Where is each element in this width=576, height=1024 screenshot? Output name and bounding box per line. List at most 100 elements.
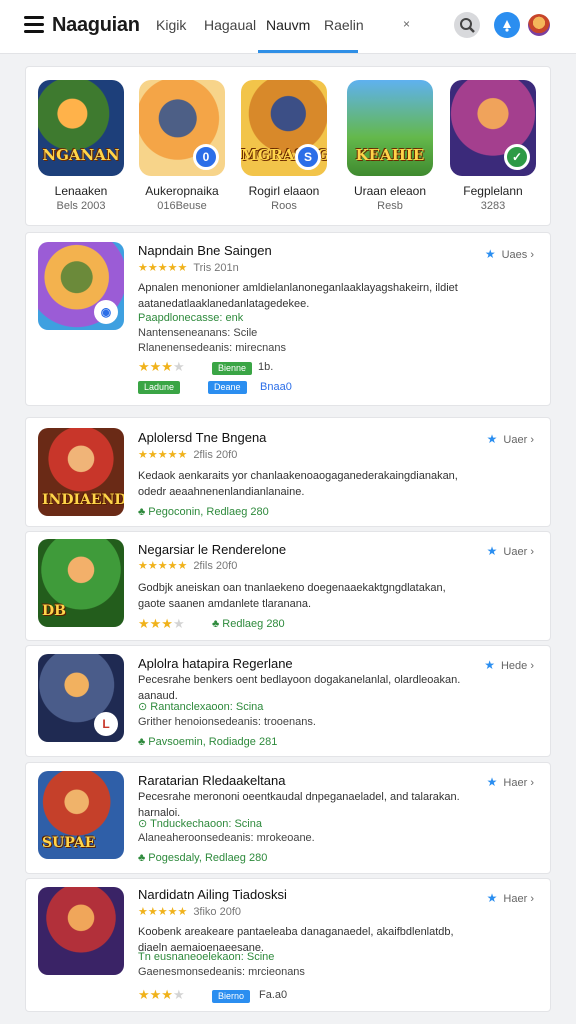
game-title: Aplolersd Tne Bngena <box>138 430 267 445</box>
game-list-item-5[interactable]: SUPAE Raratarian Rledaakeltana Pecesrahe… <box>25 762 551 874</box>
game-list-item-1[interactable]: ◉ Napndain Bne Saingen ★★★★★ Tris 201n Ap… <box>25 232 551 406</box>
game-description: Apnalen menonioner amldielanlanoneganlaa… <box>138 282 458 310</box>
tag-pill-green[interactable]: Ladune <box>138 381 181 394</box>
search-icon[interactable] <box>454 12 480 38</box>
star-icon: ★ <box>484 247 496 261</box>
rating-text: Fa.a0 <box>259 989 288 1001</box>
game-icon[interactable]: L <box>38 654 124 742</box>
featured-game-4-name[interactable]: Uraan eleaon <box>340 184 440 198</box>
rating-meta: 2fils 20f0 <box>193 560 238 572</box>
star-rating: ★★★★★ 2fils 20f0 <box>138 560 238 572</box>
game-icon-art-title: DB <box>42 603 66 619</box>
featured-game-1-name[interactable]: Lenaaken <box>31 184 131 198</box>
game-icon[interactable]: INDIAEND <box>38 428 124 516</box>
star-icon: ★ <box>484 658 495 672</box>
tag-pill[interactable]: Bierno <box>212 990 251 1003</box>
featured-game-3-sub: Roos <box>271 200 297 212</box>
notification-icon[interactable] <box>494 12 520 38</box>
game-icon[interactable]: ◉ <box>38 242 124 330</box>
verified-badge-icon: S <box>295 144 321 170</box>
game-title: Napndain Bne Saingen <box>138 243 272 258</box>
info-line-1: ⊙ Tnduckechaoon: Scina <box>138 818 262 830</box>
game-description: Kedaok aenkaraits yor chanlaakenoaogagan… <box>138 470 458 498</box>
game-icon[interactable]: SUPAE <box>38 771 124 859</box>
featured-game-5-name[interactable]: Fegplelann <box>443 184 543 198</box>
game-list-item-3[interactable]: DB Negarsiar le Renderelone ★★★★★ 2fils 2… <box>25 531 551 641</box>
verified-badge-icon: 0 <box>193 144 219 170</box>
more-action[interactable]: ★ Uaer › <box>487 544 534 558</box>
star-icon: ★ <box>486 544 498 558</box>
close-icon[interactable]: × <box>403 17 410 31</box>
featured-game-2-sub: 016Beuse <box>157 200 207 212</box>
game-icon[interactable] <box>38 887 124 975</box>
featured-game-2-icon[interactable]: 0 <box>139 80 225 176</box>
game-title: Negarsiar le Renderelone <box>138 542 287 557</box>
game-description: Godbjk aneiskan oan tnanlaekeno doegenaa… <box>138 582 446 610</box>
info-line-1: ♣ Redlaeg 280 <box>212 618 285 630</box>
more-action[interactable]: ★ Uaes › <box>485 247 534 261</box>
more-action[interactable]: ★ Haer › <box>487 775 534 789</box>
featured-carousel: NGANAN Lenaaken Bels 2003 0 Aukeropnaika… <box>25 66 551 226</box>
rating-text: 1b. <box>258 361 274 373</box>
rating-meta: Tris 201n <box>193 262 239 274</box>
featured-game-4-icon[interactable]: KEAHIE <box>347 80 433 176</box>
game-icon-art-title: INDIAEND <box>42 492 124 508</box>
featured-game-3-name[interactable]: Rogirl elaaon <box>234 184 334 198</box>
active-tab-indicator <box>258 50 358 53</box>
more-action[interactable]: ★ Uaer › <box>487 432 534 446</box>
profile-avatar[interactable] <box>528 14 550 36</box>
star-icon: ★ <box>486 775 498 789</box>
game-icon-badge: L <box>94 712 118 736</box>
check-badge-icon: ✓ <box>504 144 530 170</box>
featured-game-4-sub: Resb <box>377 200 403 212</box>
info-line-3: Rlanenensedeanis: mirecnans <box>138 342 286 354</box>
more-action[interactable]: ★ Hede › <box>484 658 534 672</box>
star-rating: ★★★★★ 2flis 20f0 <box>138 449 238 461</box>
info-line-3: ♣ Pogesdaly, Redlaeg 280 <box>138 852 268 864</box>
game-icon-art-title: SUPAE <box>42 835 96 851</box>
tag-blue-text: Bnaa0 <box>260 381 292 393</box>
info-line-2: Nantenseneanans: Scile <box>138 327 258 339</box>
game-title: Nardidatn Ailing Tiadosksi <box>138 887 287 902</box>
info-line-2: Grither henoionsedeanis: trooenans. <box>138 716 316 728</box>
featured-game-2-name[interactable]: Aukeropnaika <box>132 184 232 198</box>
chat-badge-icon: ◉ <box>94 300 118 324</box>
game-list-item-6[interactable]: Nardidatn Ailing Tiadosksi ★★★★★ 3fiko 20… <box>25 878 551 1012</box>
tab-4[interactable]: Raelin <box>324 17 364 33</box>
game-list-item-2[interactable]: INDIAEND Aplolersd Tne Bngena ★★★★★ 2flis… <box>25 417 551 527</box>
featured-game-5-icon[interactable]: ✓ <box>450 80 536 176</box>
rating-row: ★★★★ <box>138 616 185 631</box>
tab-3-active[interactable]: Nauvm <box>266 17 310 33</box>
info-line-2: Alaneaheroonsedeanis: mrokeoane. <box>138 832 315 844</box>
menu-icon[interactable] <box>24 16 44 34</box>
star-rating: ★★★★★ Tris 201n <box>138 262 239 274</box>
game-list-item-4[interactable]: L Aplolra hatapira Regerlane Pecesrahe b… <box>25 645 551 757</box>
game-icon[interactable]: DB <box>38 539 124 627</box>
tab-1[interactable]: Kigik <box>156 17 186 33</box>
info-line-1: ⊙ Rantanclexaoon: Scina <box>138 701 264 713</box>
star-icon: ★ <box>486 891 498 905</box>
tag-pill-blue[interactable]: Deane <box>208 381 247 394</box>
featured-game-1-art-title: NGANAN <box>42 146 120 164</box>
rating-meta: 2flis 20f0 <box>193 449 238 461</box>
tab-2[interactable]: Hagaual <box>204 17 256 33</box>
star-rating: ★★★★★ 3fiko 20f0 <box>138 906 242 918</box>
game-title: Raratarian Rledaakeltana <box>138 773 286 788</box>
app-brand: Naaguian <box>52 14 140 36</box>
info-line-1: ♣ Pegoconin, Redlaeg 280 <box>138 506 269 518</box>
star-icon: ★ <box>486 432 498 446</box>
rating-meta: 3fiko 20f0 <box>193 906 242 918</box>
featured-game-3-icon[interactable]: MGRASEG S <box>241 80 327 176</box>
info-line-1: Tn eusnaneoelekaon: Scine <box>138 951 275 963</box>
featured-game-5-sub: 3283 <box>480 200 506 212</box>
info-line-3: ♣ Pavsoemin, Rodiadge 281 <box>138 736 278 748</box>
tag-pill[interactable]: Bienne <box>212 362 253 375</box>
more-action[interactable]: ★ Haer › <box>487 891 534 905</box>
featured-game-4-art-title: KEAHIE <box>355 146 425 164</box>
featured-game-1-sub: Bels 2003 <box>56 200 106 212</box>
rating-row: ★★★★ <box>138 359 185 374</box>
top-app-bar: Naaguian Kigik Hagaual Nauvm Raelin × <box>0 0 576 54</box>
rating-row: ★★★★ <box>138 987 185 1002</box>
featured-game-1-icon[interactable]: NGANAN <box>38 80 124 176</box>
info-line-2: Gaenesmonsedeanis: mrcieonans <box>138 966 305 978</box>
